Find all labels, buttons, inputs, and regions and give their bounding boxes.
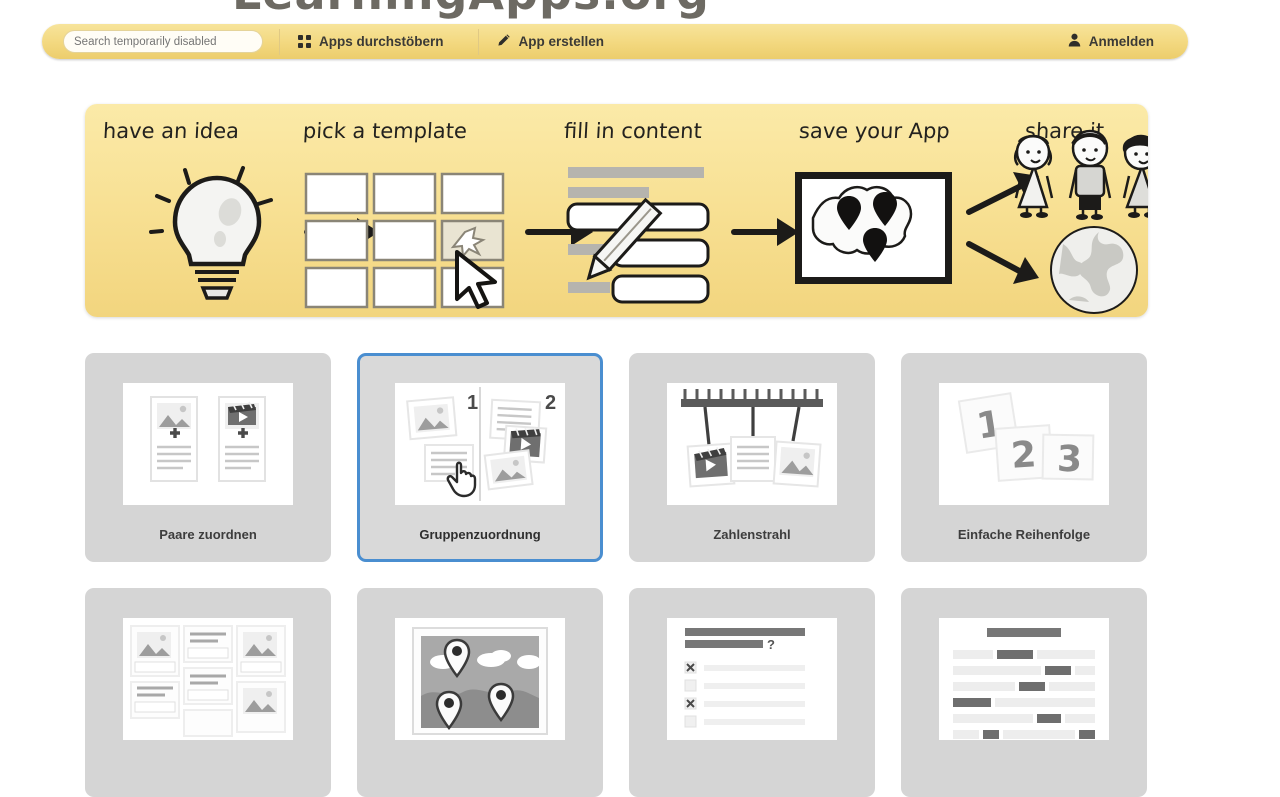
- svg-text:1: 1: [467, 392, 478, 414]
- login-button[interactable]: Anmelden: [1050, 24, 1188, 59]
- svg-text:2: 2: [1010, 434, 1038, 477]
- saved-app-map-icon: [795, 172, 952, 284]
- pair-matching-thumb: [123, 383, 293, 505]
- globe-icon: [1050, 226, 1138, 314]
- grid-matching-thumb: [123, 618, 293, 740]
- multiple-choice-thumb: ?: [667, 618, 837, 740]
- login-label: Anmelden: [1088, 34, 1154, 49]
- workflow-banner: have an idea pick a template fill in con…: [85, 104, 1148, 317]
- template-label: Zahlenstrahl: [713, 527, 791, 542]
- template-grid: Paare zuordnen 1 2 Gruppenzuordnung Zahl…: [85, 353, 1185, 797]
- simple-order-thumb: 1 2 3: [939, 383, 1109, 505]
- lightbulb-icon: [149, 166, 273, 300]
- template-grid-icon: [304, 172, 505, 309]
- svg-text:?: ?: [767, 637, 775, 652]
- search-input[interactable]: [63, 30, 263, 53]
- pencil-icon: [497, 33, 511, 50]
- template-card-multiple-choice[interactable]: ?: [629, 588, 875, 797]
- number-line-thumb: [667, 383, 837, 505]
- svg-text:2: 2: [545, 392, 556, 414]
- map-quiz-thumb: [395, 618, 565, 740]
- create-app-label: App erstellen: [518, 34, 605, 49]
- template-label: Gruppenzuordnung: [419, 527, 541, 542]
- browse-apps-label: Apps durchstöbern: [319, 34, 444, 49]
- template-card-einfache-reihenfolge[interactable]: 1 2 3 Einfache Reihenfolge: [901, 353, 1147, 562]
- pencil-brush-ruler-icon: [60, 0, 220, 24]
- user-icon: [1068, 33, 1081, 50]
- template-card-map-quiz[interactable]: [357, 588, 603, 797]
- grid-icon: [298, 35, 311, 48]
- people-icon: [1013, 129, 1148, 220]
- banner-illustrations: [149, 129, 1148, 314]
- template-card-paare-zuordnen[interactable]: Paare zuordnen: [85, 353, 331, 562]
- browse-apps-button[interactable]: Apps durchstöbern: [280, 24, 462, 59]
- template-card-gruppenzuordnung[interactable]: 1 2 Gruppenzuordnung: [357, 353, 603, 562]
- cloze-text-thumb: [939, 618, 1109, 740]
- site-logo-strip: LearningApps.org: [0, 0, 1280, 24]
- group-assignment-thumb: 1 2: [395, 383, 565, 505]
- svg-text:3: 3: [1057, 439, 1083, 480]
- template-card-grid-matching[interactable]: [85, 588, 331, 797]
- main-toolbar: Apps durchstöbern App erstellen Anmelden: [42, 24, 1188, 59]
- template-label: Einfache Reihenfolge: [957, 527, 1091, 542]
- create-app-button[interactable]: App erstellen: [479, 24, 623, 59]
- template-label: Paare zuordnen: [159, 527, 257, 542]
- brand-name: LearningApps.org: [232, 0, 710, 20]
- template-card-cloze-text[interactable]: [901, 588, 1147, 797]
- template-card-zahlenstrahl[interactable]: Zahlenstrahl: [629, 353, 875, 562]
- banner-arrow-3: [731, 218, 799, 246]
